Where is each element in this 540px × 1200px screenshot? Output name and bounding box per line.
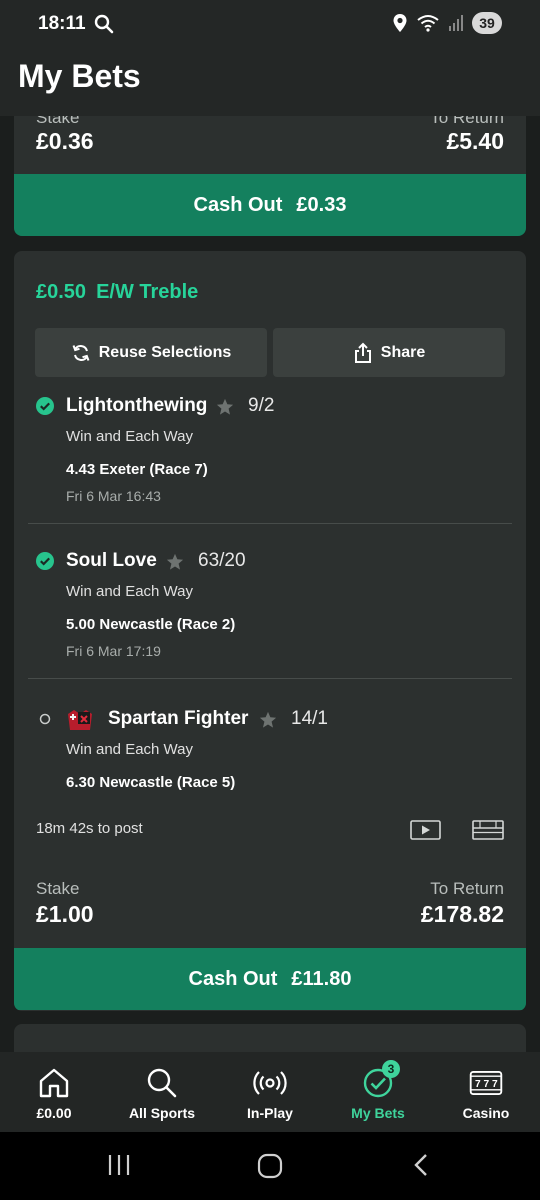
selection-race: 6.30 Newcastle (Race 5)	[66, 774, 236, 791]
nav-label-all-sports: All Sports	[128, 1105, 196, 1121]
nav-label-my-bets: My Bets	[351, 1105, 405, 1121]
reuse-selections-label: Reuse Selections	[98, 343, 232, 361]
svg-text:7: 7	[492, 1079, 498, 1090]
selection-time: Fri 6 Mar 16:43	[66, 488, 161, 504]
svg-text:7: 7	[475, 1079, 481, 1090]
cash-out-button[interactable]: Cash Out £0.33	[14, 174, 526, 236]
selection-name: Soul Love	[66, 550, 157, 571]
share-label: Share	[380, 343, 426, 361]
search-icon	[94, 14, 114, 34]
racecard-icon[interactable]	[472, 820, 504, 840]
selection-name: Lightonthewing	[66, 395, 208, 416]
page-title: My Bets	[18, 58, 141, 94]
nav-label-in-play: In-Play	[247, 1105, 293, 1121]
pending-dot-icon	[39, 713, 51, 725]
jockey-silks-icon	[66, 708, 94, 732]
header: My Bets	[0, 50, 540, 116]
cash-out-button[interactable]: Cash Out £11.80	[14, 948, 526, 1010]
refresh-icon	[72, 344, 90, 361]
selection-time: Fri 6 Mar 17:19	[66, 643, 161, 659]
home-icon	[39, 1068, 69, 1098]
selection-market: Win and Each Way	[66, 741, 193, 758]
nav-item-my-bets[interactable]: 3 My Bets	[324, 1052, 432, 1132]
my-bets-count-badge: 3	[382, 1060, 400, 1078]
broadcast-icon	[253, 1071, 287, 1095]
play-video-icon[interactable]	[410, 820, 441, 840]
status-bar: 18:11 39	[0, 0, 540, 50]
status-time: 18:11	[38, 13, 86, 34]
return-value: £5.40	[446, 128, 504, 154]
selection-race: 4.43 Exeter (Race 7)	[66, 461, 208, 478]
slot-machine-icon: 7 7 7	[469, 1071, 503, 1095]
nav-item-casino[interactable]: 7 7 7 Casino	[432, 1052, 540, 1132]
system-navigation-bar	[0, 1132, 540, 1200]
bet-title: £0.50 E/W Treble	[36, 281, 198, 304]
check-circle-icon	[36, 397, 54, 415]
bet-stake-amount: £0.50	[36, 281, 87, 303]
nav-item-in-play[interactable]: In-Play	[216, 1052, 324, 1132]
check-circle-icon	[36, 552, 54, 570]
nav-label-casino: Casino	[462, 1105, 510, 1121]
reuse-selections-button[interactable]: Reuse Selections	[35, 328, 267, 377]
bets-list[interactable]: Stake To Return £0.36 £5.40 Cash Out £0.…	[0, 116, 540, 1052]
nav-item-home[interactable]: £0.00	[0, 1052, 108, 1132]
share-icon	[354, 342, 371, 363]
bet-type: E/W Treble	[96, 281, 199, 303]
svg-text:7: 7	[483, 1079, 489, 1090]
post-time: 18m 42s to post	[36, 820, 143, 837]
search-icon	[147, 1068, 177, 1098]
bottom-nav: £0.00 All Sports In-Play 3 My Bets 7 7 7…	[0, 1052, 540, 1132]
wifi-icon	[417, 15, 439, 32]
bet-card	[14, 1024, 526, 1052]
stake-value: £0.36	[36, 128, 94, 154]
star-icon[interactable]	[216, 398, 234, 416]
stake-value: £1.00	[36, 901, 94, 927]
location-icon	[393, 14, 407, 32]
nav-item-all-sports[interactable]: All Sports	[108, 1052, 216, 1132]
selection-odds: 9/2	[248, 395, 275, 416]
return-label: To Return	[430, 116, 504, 127]
stake-label: Stake	[36, 116, 80, 127]
signal-icon	[449, 15, 463, 31]
home-button-icon[interactable]	[256, 1152, 284, 1180]
share-button[interactable]: Share	[273, 328, 505, 377]
cash-out-label: Cash Out	[188, 967, 278, 990]
selection-race: 5.00 Newcastle (Race 2)	[66, 616, 236, 633]
cash-out-label: Cash Out	[193, 193, 283, 216]
return-label: To Return	[430, 879, 504, 898]
divider	[28, 678, 512, 679]
selection-name: Spartan Fighter	[108, 708, 249, 729]
back-icon[interactable]	[410, 1152, 432, 1178]
battery-indicator: 39	[472, 12, 502, 34]
nav-label-balance: £0.00	[36, 1105, 72, 1121]
divider	[28, 523, 512, 524]
star-icon[interactable]	[166, 553, 184, 571]
selection-market: Win and Each Way	[66, 428, 193, 445]
cash-out-amount: £0.33	[296, 193, 347, 216]
selection-odds: 14/1	[291, 708, 328, 729]
bet-card: £0.50 E/W Treble Reuse Selections Share	[14, 251, 526, 1011]
star-icon[interactable]	[259, 711, 277, 729]
recent-apps-icon[interactable]	[106, 1152, 132, 1178]
cash-out-amount: £11.80	[291, 967, 352, 990]
bet-card: Stake To Return £0.36 £5.40 Cash Out £0.…	[14, 116, 526, 236]
stake-label: Stake	[36, 879, 80, 898]
selection-market: Win and Each Way	[66, 583, 193, 600]
selection-odds: 63/20	[198, 550, 246, 571]
return-value: £178.82	[420, 901, 504, 927]
